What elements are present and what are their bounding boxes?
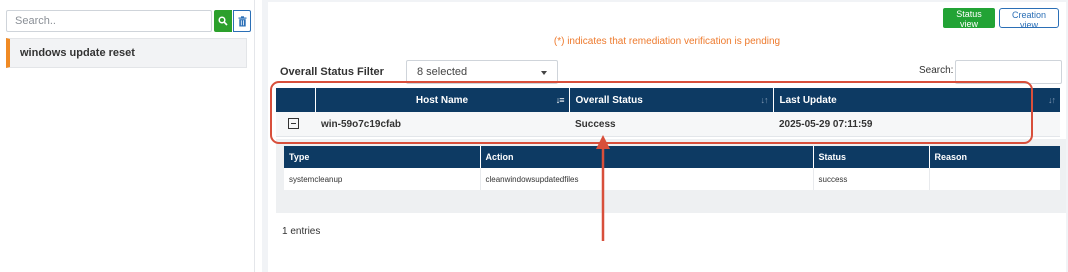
column-header-last-update[interactable]: Last Update ↓↑ (773, 88, 1060, 112)
detail-reason-cell (929, 168, 1060, 190)
status-view-button[interactable]: Status view (943, 8, 995, 29)
trash-icon (238, 15, 246, 26)
collapse-row-icon[interactable] (288, 118, 299, 130)
detail-table: Type Action Status Reason systemcleanup … (284, 146, 1060, 190)
status-filter-label: Overall Status Filter (280, 66, 384, 78)
entries-count: 1 entries (282, 226, 321, 237)
column-header-expand (276, 88, 316, 112)
detail-row: systemcleanup cleanwindowsupdatedfiles s… (284, 168, 1060, 190)
sidebar-search-input[interactable] (6, 10, 212, 32)
table-header-row: Host Name ↓≡ Overall Status ↓↑ Last Upda… (276, 88, 1060, 112)
column-header-overall-status[interactable]: Overall Status ↓↑ (569, 88, 774, 112)
sidebar-item-label: windows update reset (20, 47, 135, 59)
sort-icon: ↓↑ (760, 95, 769, 105)
row-expand-cell (276, 112, 315, 137)
table-row[interactable]: win-59o7c19cfab Success 2025-05-29 07:11… (276, 112, 1060, 137)
sidebar-search (6, 10, 251, 32)
column-header-host-name[interactable]: Host Name ↓≡ (315, 88, 570, 112)
detail-status-cell: success (813, 168, 930, 190)
search-button[interactable] (214, 10, 232, 32)
detail-header-row: Type Action Status Reason (284, 146, 1060, 168)
results-table: Host Name ↓≡ Overall Status ↓↑ Last Upda… (276, 88, 1060, 137)
sort-desc-icon: ↓≡ (555, 95, 565, 105)
creation-view-button[interactable]: Creation view (999, 8, 1059, 30)
detail-column-action: Action (480, 146, 814, 168)
caret-down-icon (541, 71, 547, 75)
row-detail-panel: Type Action Status Reason systemcleanup … (276, 139, 1066, 213)
overall-status-cell: Success (569, 112, 773, 137)
detail-column-status: Status (813, 146, 930, 168)
status-filter-select[interactable]: 8 selected (406, 60, 558, 84)
sort-icon: ↓↑ (1048, 95, 1056, 105)
detail-column-reason: Reason (929, 146, 1060, 168)
table-search-label: Search: (919, 65, 954, 76)
host-name-cell: win-59o7c19cfab (315, 112, 569, 137)
last-update-cell: 2025-05-29 07:11:59 (773, 112, 1060, 137)
table-search-input[interactable] (955, 60, 1062, 84)
status-filter-value: 8 selected (417, 66, 468, 78)
sidebar-item-windows-update-reset[interactable]: windows update reset (6, 38, 247, 68)
main-area: Status view Creation view (*) indicates … (262, 0, 1068, 272)
detail-type-cell: systemcleanup (284, 168, 481, 190)
sidebar: windows update reset (0, 0, 255, 272)
detail-column-type: Type (284, 146, 481, 168)
detail-action-cell: cleanwindowsupdatedfiles (480, 168, 814, 190)
search-icon (218, 16, 228, 26)
clear-search-button[interactable] (233, 10, 251, 32)
results-card: Status view Creation view (*) indicates … (268, 2, 1066, 272)
pending-verification-note: (*) indicates that remediation verificat… (553, 36, 781, 47)
